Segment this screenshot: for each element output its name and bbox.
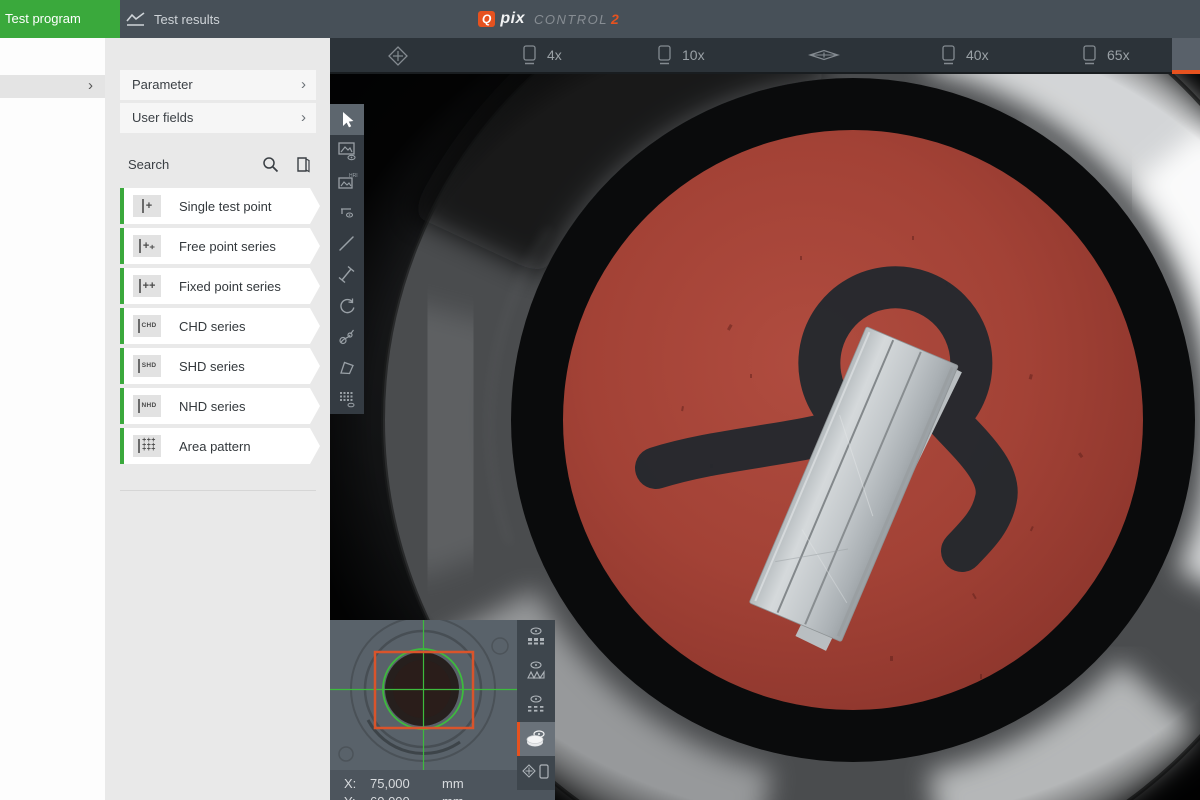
search-icon[interactable] bbox=[262, 156, 279, 173]
stage-coordinates: X: 75,000 mm Y: 60,000 mm bbox=[330, 770, 517, 800]
collapsed-left-panel: › bbox=[0, 38, 105, 800]
layer-profile-visibility[interactable] bbox=[517, 654, 555, 688]
active-indicator-bar bbox=[1172, 70, 1200, 74]
single-test-point-icon: + bbox=[133, 195, 161, 217]
logo-suffix: CONTROL bbox=[534, 12, 608, 27]
top-header: Test program Test results Q pix CONTROL … bbox=[0, 0, 1200, 38]
tool-image-overlay[interactable] bbox=[330, 135, 364, 166]
eye-points-icon bbox=[524, 693, 548, 717]
eye-profile-icon bbox=[524, 659, 548, 683]
overview-layer-toolbar bbox=[517, 620, 555, 790]
list-item-shd-series[interactable]: SHD SHD series bbox=[120, 348, 320, 384]
nhd-series-icon: NHD bbox=[133, 395, 161, 417]
accordion-parameter-label: Parameter bbox=[132, 77, 193, 92]
tab-test-results-label: Test results bbox=[154, 12, 220, 27]
objective-lens-icon bbox=[941, 44, 956, 66]
test-results-chart-icon bbox=[126, 12, 145, 27]
catalog-icon[interactable] bbox=[295, 156, 310, 173]
tab-test-program[interactable]: Test program bbox=[0, 0, 120, 38]
rotate-icon bbox=[336, 295, 358, 317]
fixed-point-series-icon: ++ bbox=[133, 275, 161, 297]
tab-test-results[interactable]: Test results bbox=[126, 0, 220, 38]
accordion-parameter[interactable]: Parameter › bbox=[120, 70, 316, 100]
layer-squares-visibility[interactable] bbox=[517, 620, 555, 654]
stage-overview-panel: X: 75,000 mm Y: 60,000 mm bbox=[330, 620, 555, 800]
stage-side-view-icon[interactable] bbox=[808, 49, 840, 61]
magnification-10x[interactable]: 10x bbox=[657, 38, 705, 72]
chd-series-icon: CHD bbox=[133, 315, 161, 337]
polygon-icon bbox=[336, 357, 358, 379]
chevron-right-icon: › bbox=[301, 103, 306, 133]
eye-squares-icon bbox=[524, 625, 548, 649]
accordion-user-fields[interactable]: User fields › bbox=[120, 103, 316, 133]
list-item-nhd-series[interactable]: NHD NHD series bbox=[120, 388, 320, 424]
tool-line[interactable] bbox=[330, 228, 364, 259]
grid-icon bbox=[336, 388, 358, 410]
image-overlay-icon bbox=[336, 140, 358, 162]
y-coordinate: Y: 60,000 mm bbox=[344, 794, 464, 800]
svg-text:HRI: HRI bbox=[349, 173, 358, 179]
eye-stage-icon bbox=[523, 726, 549, 752]
magnification-65x[interactable]: 65x bbox=[1082, 38, 1130, 72]
tool-caliper[interactable] bbox=[330, 321, 364, 352]
chevron-right-icon: › bbox=[301, 70, 306, 100]
search-input[interactable]: Search bbox=[120, 157, 262, 172]
list-item-area-pattern[interactable]: +++ +++ +++ Area pattern bbox=[120, 428, 320, 464]
magnification-40x[interactable]: 40x bbox=[941, 38, 989, 72]
accordion-user-fields-label: User fields bbox=[132, 110, 193, 125]
shd-series-icon: SHD bbox=[133, 355, 161, 377]
caliper-icon bbox=[336, 326, 358, 348]
line-icon bbox=[336, 233, 358, 255]
layer-stage-visibility[interactable] bbox=[517, 722, 555, 756]
logo-q-mark: Q bbox=[478, 11, 495, 27]
tool-reference-corner[interactable] bbox=[330, 197, 364, 228]
tool-rotate[interactable] bbox=[330, 290, 364, 321]
stage-overview-map[interactable] bbox=[330, 620, 517, 770]
app-logo: Q pix CONTROL 2 bbox=[478, 0, 619, 38]
objective-lens-icon bbox=[1082, 44, 1097, 66]
search-row: Search bbox=[120, 150, 316, 178]
measurement-tools-toolbar: HRI bbox=[330, 104, 364, 414]
tool-hri-image[interactable]: HRI bbox=[330, 166, 364, 197]
layer-points-visibility[interactable] bbox=[517, 688, 555, 722]
qpix-control-app: Test program Test results Q pix CONTROL … bbox=[0, 0, 1200, 800]
logo-version: 2 bbox=[611, 11, 619, 27]
navigate-stage-icon bbox=[521, 762, 551, 784]
tool-grid[interactable] bbox=[330, 383, 364, 414]
test-point-list: + Single test point +₊ Free point series… bbox=[120, 188, 320, 464]
area-pattern-icon: +++ +++ +++ bbox=[133, 435, 161, 457]
magnification-toolbar: 4x 10x 40x bbox=[330, 38, 1172, 74]
x-coordinate: X: 75,000 mm bbox=[344, 776, 464, 791]
tool-polygon[interactable] bbox=[330, 352, 364, 383]
test-program-sidebar: Parameter › User fields › Search bbox=[105, 38, 330, 800]
list-item-single-test-point[interactable]: + Single test point bbox=[120, 188, 320, 224]
tool-cursor[interactable] bbox=[330, 104, 364, 135]
magnification-4x[interactable]: 4x bbox=[522, 38, 562, 72]
objective-lens-icon bbox=[657, 44, 672, 66]
logo-brand: pix bbox=[500, 10, 525, 28]
sidebar-divider bbox=[120, 490, 316, 491]
magnification-scroll-button[interactable] bbox=[1172, 38, 1200, 74]
distance-icon bbox=[336, 264, 358, 286]
list-item-fixed-point-series[interactable]: ++ Fixed point series bbox=[120, 268, 320, 304]
list-item-chd-series[interactable]: CHD CHD series bbox=[120, 308, 320, 344]
free-point-series-icon: +₊ bbox=[133, 235, 161, 257]
expand-panel-button[interactable]: › bbox=[0, 75, 105, 98]
list-item-free-point-series[interactable]: +₊ Free point series bbox=[120, 228, 320, 264]
reference-corner-icon bbox=[336, 202, 358, 224]
layer-navigate[interactable] bbox=[517, 756, 555, 790]
tool-distance[interactable] bbox=[330, 259, 364, 290]
hri-image-icon: HRI bbox=[336, 171, 358, 193]
objective-lens-icon bbox=[522, 44, 537, 66]
cursor-icon bbox=[337, 110, 357, 130]
stage-center-icon[interactable] bbox=[386, 44, 410, 68]
